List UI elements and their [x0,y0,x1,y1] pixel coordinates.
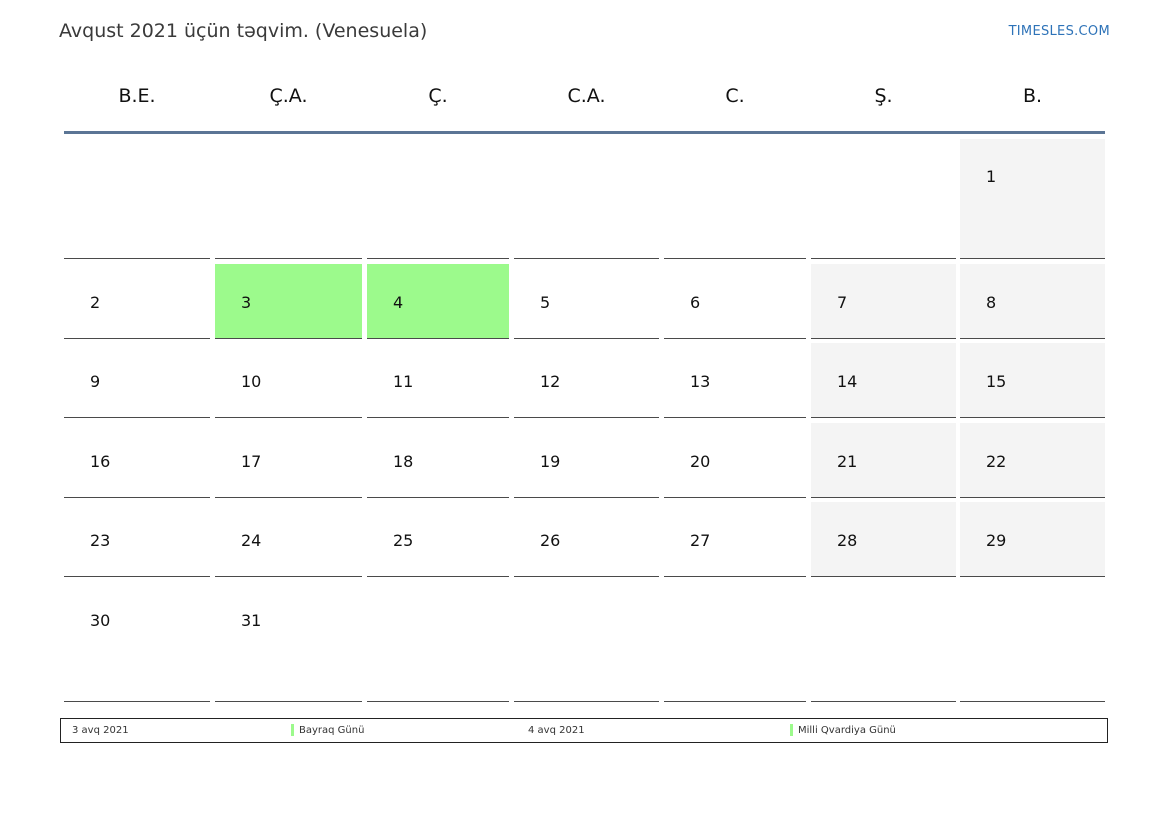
day-number: 26 [540,531,561,550]
day-number: 7 [837,293,848,312]
weekday-label: C.A. [567,85,606,107]
header-divider [64,131,1105,134]
brand-link[interactable]: TIMESLES.COM [1009,24,1110,39]
day-number: 17 [241,452,262,471]
day-number: 19 [540,452,561,471]
empty-day-cell [960,582,1105,702]
day-number: 21 [837,452,858,471]
weekday-label: Ç.A. [269,85,308,107]
day-cell[interactable]: 8 [960,264,1105,339]
day-cell[interactable]: 7 [811,264,956,339]
weekday-label: B. [1022,85,1043,107]
day-number: 8 [986,293,997,312]
weekday-label: Ş. [874,85,893,107]
day-number: 22 [986,452,1007,471]
holiday-legend: 3 avq 2021 Bayraq Günü 4 avq 2021 Milli … [60,718,1108,743]
legend-date-2: 4 avq 2021 [528,725,585,736]
day-cell[interactable]: 21 [811,423,956,498]
legend-name-1: Bayraq Günü [299,725,365,736]
legend-date-1: 3 avq 2021 [72,725,129,736]
empty-day-cell [811,139,956,259]
day-cell[interactable]: 24 [215,502,362,577]
day-number: 23 [90,531,111,550]
day-cell[interactable]: 18 [367,423,509,498]
weekday-header: B.E. Ç.A. Ç. C.A. C. Ş. B. [64,85,1105,115]
day-number: 16 [90,452,111,471]
weekday-label: Ç. [428,85,448,107]
day-number: 2 [90,293,101,312]
legend-color-marker [291,724,294,736]
weekday-label: B.E. [118,85,156,107]
day-number: 1 [986,167,997,186]
page-title: Avqust 2021 üçün təqvim. (Venesuela) [59,20,428,42]
day-number: 11 [393,372,414,391]
day-number: 18 [393,452,414,471]
day-cell[interactable]: 16 [64,423,210,498]
day-cell[interactable]: 10 [215,343,362,418]
day-number: 13 [690,372,711,391]
weekday-label: C. [725,85,745,107]
day-cell[interactable]: 17 [215,423,362,498]
legend-color-marker [790,724,793,736]
day-number: 5 [540,293,551,312]
day-cell[interactable]: 25 [367,502,509,577]
day-number: 12 [540,372,561,391]
day-number: 6 [690,293,701,312]
empty-day-cell [215,139,362,259]
day-number: 30 [90,611,111,630]
day-number: 4 [393,293,404,312]
day-cell[interactable]: 23 [64,502,210,577]
empty-day-cell [367,139,509,259]
day-number: 25 [393,531,414,550]
day-number: 20 [690,452,711,471]
empty-day-cell [664,582,806,702]
day-number: 27 [690,531,711,550]
day-cell[interactable]: 14 [811,343,956,418]
day-cell[interactable]: 4 [367,264,509,339]
day-cell[interactable]: 27 [664,502,806,577]
day-cell[interactable]: 6 [664,264,806,339]
day-number: 9 [90,372,101,391]
day-cell[interactable]: 29 [960,502,1105,577]
day-cell[interactable]: 31 [215,582,362,702]
day-number: 3 [241,293,252,312]
day-cell[interactable]: 13 [664,343,806,418]
day-number: 10 [241,372,262,391]
day-number: 29 [986,531,1007,550]
day-cell[interactable]: 26 [514,502,659,577]
day-cell[interactable]: 2 [64,264,210,339]
day-cell[interactable]: 9 [64,343,210,418]
legend-name-2: Milli Qvardiya Günü [798,725,896,736]
day-cell[interactable]: 28 [811,502,956,577]
day-cell[interactable]: 30 [64,582,210,702]
day-cell[interactable]: 11 [367,343,509,418]
day-cell[interactable]: 3 [215,264,362,339]
empty-day-cell [514,582,659,702]
day-number: 31 [241,611,262,630]
empty-day-cell [664,139,806,259]
day-number: 24 [241,531,262,550]
day-cell[interactable]: 20 [664,423,806,498]
day-cell[interactable]: 5 [514,264,659,339]
day-number: 15 [986,372,1007,391]
day-cell[interactable]: 1 [960,139,1105,259]
empty-day-cell [367,582,509,702]
day-number: 28 [837,531,858,550]
empty-day-cell [514,139,659,259]
day-cell[interactable]: 22 [960,423,1105,498]
day-cell[interactable]: 19 [514,423,659,498]
day-cell[interactable]: 15 [960,343,1105,418]
day-cell[interactable]: 12 [514,343,659,418]
empty-day-cell [64,139,210,259]
day-number: 14 [837,372,858,391]
empty-day-cell [811,582,956,702]
